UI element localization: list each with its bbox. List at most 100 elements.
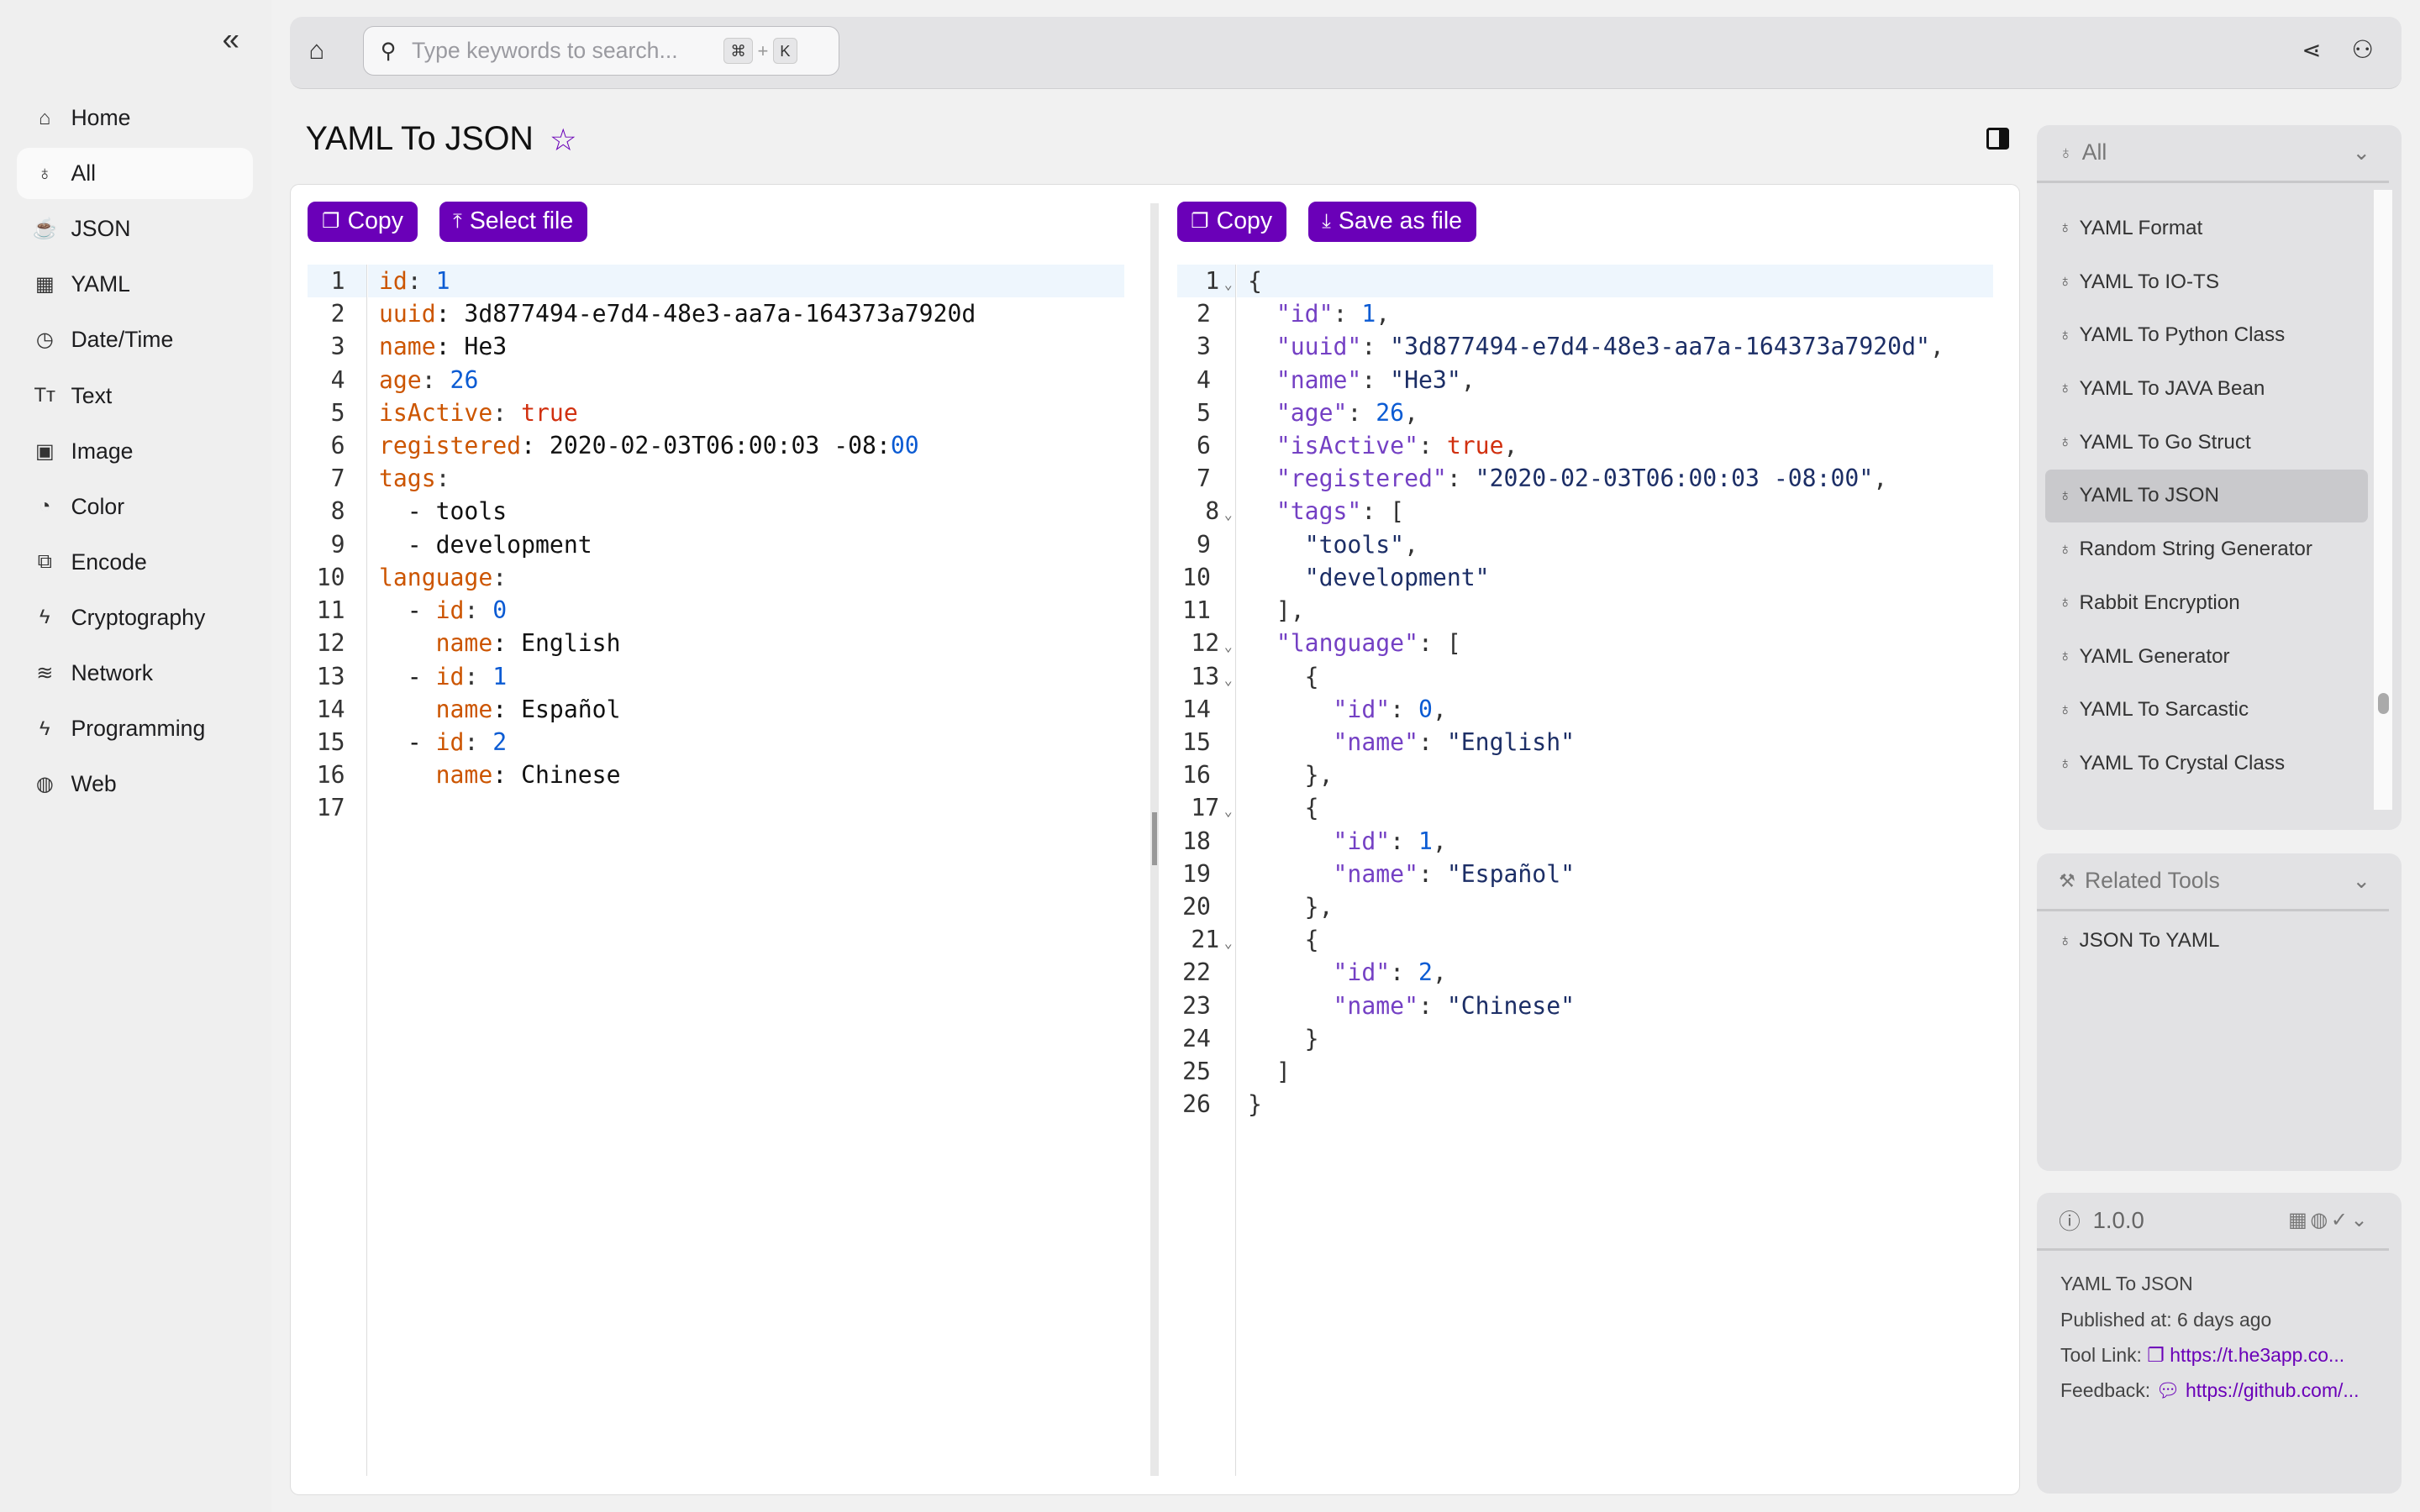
copy-input-button[interactable]: ❐ Copy (308, 201, 418, 242)
tools-panel-title: All (2081, 139, 2107, 165)
code-token: 00 (890, 432, 919, 460)
chevron-down-icon[interactable]: ⌄ (2353, 869, 2371, 894)
share-icon[interactable]: ⋖ (2302, 37, 2321, 64)
toggle-panel-icon[interactable] (1986, 128, 2010, 150)
sidebar-item-json[interactable]: ☕ JSON (17, 203, 253, 255)
tools-panel-header[interactable]: ♁ All ⌄ (2037, 125, 2390, 183)
tool-item[interactable]: ♁ YAML To Go Struct (2037, 416, 2401, 470)
copy-icon[interactable]: ❐ (2147, 1344, 2165, 1366)
tool-item[interactable]: ♁ YAML Generator (2037, 630, 2401, 684)
code-token: : (464, 662, 493, 690)
globe-icon[interactable]: ◍ (2310, 1209, 2331, 1231)
tools-list: ♁ YAML Format ♁ YAML To IO-TS ♁ YAML To Pytho… (2037, 183, 2401, 790)
tool-item[interactable]: ♁ YAML To Crystal Class (2037, 737, 2401, 790)
sidebar-item-yaml[interactable]: ▦ YAML (17, 260, 253, 311)
line-number: 14 (316, 695, 345, 723)
sidebar-item-image[interactable]: ▣ Image (17, 426, 253, 477)
search-input[interactable] (408, 36, 723, 66)
home-icon[interactable]: ⌂ (308, 35, 324, 66)
rocket-icon: ♁ (2059, 218, 2072, 238)
line-number: 17 (316, 794, 345, 822)
sidebar-item-color[interactable]: ◔ Color (17, 481, 253, 533)
related-tool-item[interactable]: ♁ JSON To YAML (2037, 914, 2401, 968)
line-number: 6 (330, 432, 345, 460)
sidebar-item-network[interactable]: ≋ Network (17, 648, 253, 699)
line-number: 11 (1182, 596, 1211, 625)
fold-chevron-icon[interactable]: ⌄ (1224, 638, 1233, 654)
code-token: "id" (1333, 695, 1391, 723)
sidebar-item-encode[interactable]: ⧉ Encode (17, 537, 253, 588)
code-lines[interactable]: id: 1 uuid: 3d877494-e7d4-48e3-aa7a-16437… (368, 265, 1125, 824)
code-token: ] (1248, 1057, 1291, 1085)
fold-chevron-icon[interactable]: ⌄ (1224, 276, 1233, 292)
tool-item[interactable]: ♁ YAML To IO-TS (2037, 255, 2401, 309)
sidebar-item-label: Encode (71, 549, 147, 575)
tool-item-label: Rabbit Encryption (2079, 591, 2240, 614)
split-handle[interactable] (1150, 202, 1159, 1476)
chevron-down-icon[interactable]: ⌄ (2351, 1209, 2371, 1231)
rocket-icon: ♁ (2059, 647, 2072, 666)
yaml-input-editor[interactable]: 1 2 3 4 5 6 7 8 9 10 11 12 13 14 15 16 17 id: 1 uuid: 3d8… (308, 265, 1134, 1476)
feedback-row: Feedback: 💬︎ https://github.com/... (2060, 1373, 2402, 1408)
code-token: "English" (1446, 727, 1576, 756)
tool-item[interactable]: ♁ YAML Format (2037, 202, 2401, 255)
tool-item[interactable]: ♁ Rabbit Encryption (2037, 576, 2401, 630)
tool-item[interactable]: ♁ YAML To Python Class (2037, 308, 2401, 362)
collapse-sidebar-icon[interactable]: « (222, 22, 239, 57)
code-token: 1 (1418, 827, 1433, 855)
code-token: id (378, 267, 408, 296)
feedback-link[interactable]: https://github.com/... (2186, 1379, 2360, 1401)
code-token: : (464, 727, 493, 756)
line-number: 4 (1197, 365, 1211, 394)
code-token: : (1347, 398, 1376, 427)
save-as-file-button[interactable]: ⤓ Save as file (1307, 201, 1476, 242)
fold-chevron-icon[interactable]: ⌄ (1224, 672, 1233, 688)
code-token: : (407, 267, 436, 296)
favorite-star-icon[interactable]: ☆ (550, 122, 577, 158)
sidebar-item-text[interactable]: Tт Text (17, 370, 253, 422)
sidebar-item-programming[interactable]: ϟ Programming (17, 703, 253, 754)
code-line: }, (1237, 890, 1993, 923)
fold-chevron-icon[interactable]: ⌄ (1224, 935, 1233, 951)
copy-output-button[interactable]: ❐ Copy (1176, 201, 1286, 242)
related-tools-header[interactable]: ⚒ Related Tools ⌄ (2037, 853, 2390, 911)
select-file-button[interactable]: ⤒ Select file (439, 201, 587, 242)
code-token: "registered" (1276, 465, 1447, 493)
sidebar-item-web[interactable]: ◍ Web (17, 759, 253, 811)
tool-item[interactable]: ♁ YAML To JSON (2044, 469, 2368, 523)
page-title: YAML To JSON (305, 120, 534, 158)
json-output-editor[interactable]: 1 ⌄ 2 3 4 5 6 7 8 ⌄ 9 10 11 12 ⌄ 13 ⌄ 14 15 16 17 ⌄ 18 19 20 21 ⌄ 2… (1176, 265, 2003, 1476)
tool-item[interactable]: ♁ YAML To JAVA Bean (2037, 362, 2401, 416)
published-row: Published at: 6 days ago (2060, 1302, 2402, 1337)
chevron-down-icon[interactable]: ⌄ (2353, 140, 2371, 165)
sidebar-item-datetime[interactable]: ◷ Date/Time (17, 315, 253, 366)
grid-icon[interactable]: ▦ (2288, 1209, 2310, 1231)
line-number: 16 (316, 761, 345, 790)
code-token: true (521, 398, 578, 427)
related-tools-title: Related Tools (2084, 868, 2220, 894)
tool-item[interactable]: ♁ Random String Generator (2037, 522, 2401, 576)
code-token: , (1432, 827, 1447, 855)
code-line: age: 26 (368, 364, 1124, 396)
line-number: 25 (1182, 1057, 1211, 1085)
line-number: 23 (1182, 991, 1211, 1020)
code-token: , (1873, 465, 1888, 493)
fold-chevron-icon[interactable]: ⌄ (1224, 803, 1233, 819)
search-box[interactable]: ⚲ ⌘+K (362, 26, 840, 76)
check-circle-icon[interactable]: ✓ (2331, 1209, 2351, 1231)
sidebar-item-home[interactable]: ⌂ Home (17, 92, 253, 144)
tool-item[interactable]: ♁ YAML To Sarcastic (2037, 684, 2401, 738)
code-token: tags (378, 465, 436, 493)
user-icon[interactable]: ⚇ (2352, 35, 2374, 65)
fold-chevron-icon[interactable]: ⌄ (1224, 507, 1233, 522)
line-number: 7 (1197, 465, 1211, 493)
sidebar-item-cryptography[interactable]: ϟ Cryptography (17, 592, 253, 643)
scrollbar[interactable] (2373, 189, 2392, 811)
tool-link[interactable]: https://t.he3app.co... (2170, 1344, 2344, 1366)
chat-icon[interactable]: 💬︎ (2156, 1379, 2181, 1401)
code-lines[interactable]: { "id": 1, "uuid": "3d877494-e7d4-48e3-a… (1237, 265, 1994, 1121)
code-token: "id" (1276, 300, 1334, 328)
sidebar-item-all[interactable]: ♁ All (17, 148, 254, 199)
